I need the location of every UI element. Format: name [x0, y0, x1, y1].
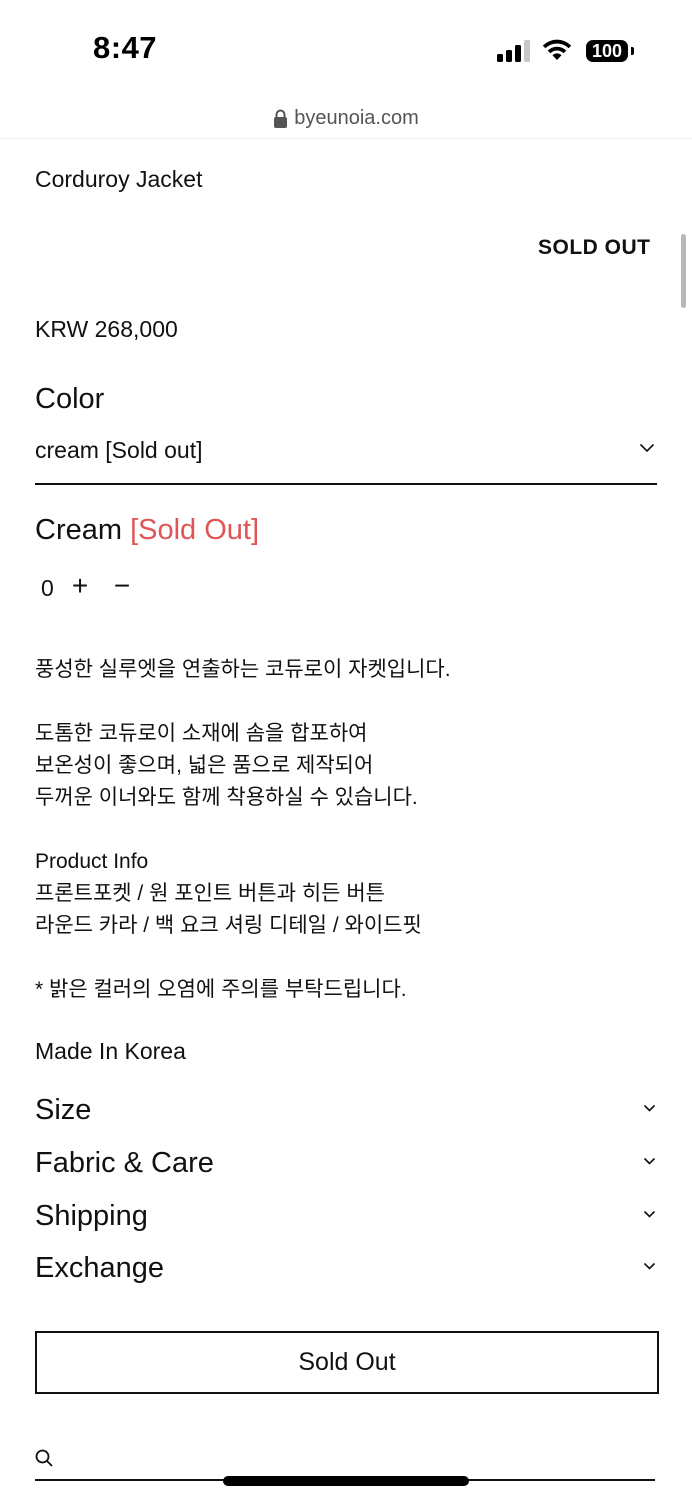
accordion-shipping[interactable]: Shipping — [35, 1200, 657, 1240]
url-text: byeunoia.com — [294, 106, 419, 129]
wifi-icon — [542, 39, 572, 60]
scrollbar[interactable] — [681, 234, 686, 308]
search-icon[interactable] — [35, 1449, 53, 1467]
product-price: KRW 268,000 — [35, 316, 178, 342]
chevron-down-icon — [639, 443, 655, 453]
lock-icon — [274, 109, 288, 128]
chevron-down-icon — [643, 1157, 656, 1165]
variant-name: Cream — [35, 514, 123, 546]
product-title: Corduroy Jacket — [35, 166, 203, 192]
description-line: 풍성한 실루엣을 연출하는 코듀로이 자켓입니다. — [35, 658, 451, 681]
home-indicator[interactable] — [223, 1476, 469, 1486]
description-line: * 밝은 컬러의 오염에 주의를 부탁드립니다. — [35, 978, 407, 1001]
battery-nub — [631, 47, 634, 55]
status-time: 8:47 — [93, 30, 158, 65]
address-bar[interactable]: byeunoia.com — [0, 104, 692, 132]
accordion-label: Size — [35, 1094, 92, 1126]
quantity-decrease-button[interactable]: − — [110, 570, 134, 602]
description-line: Product Info — [35, 850, 149, 873]
cellular-signal-icon — [497, 40, 530, 62]
accordion-label: Shipping — [35, 1200, 148, 1232]
description-line: 프론트포켓 / 원 포인트 버튼과 히든 버튼 — [35, 882, 385, 905]
accordion-size[interactable]: Size — [35, 1094, 657, 1134]
description-line: 도톰한 코듀로이 소재에 솜을 합포하여 — [35, 722, 368, 745]
chevron-down-icon — [643, 1104, 656, 1112]
color-select-value: cream [Sold out] — [35, 437, 203, 463]
quantity-increase-button[interactable]: + — [68, 570, 92, 602]
variant-heading: Cream [Sold Out] — [35, 514, 259, 547]
battery-icon: 100 — [586, 40, 628, 62]
description-line: 두꺼운 이너와도 함께 착용하실 수 있습니다. — [35, 786, 418, 809]
accordion-label: Fabric & Care — [35, 1147, 214, 1179]
product-description: 풍성한 실루엣을 연출하는 코듀로이 자켓입니다. 도톰한 코듀로이 소재에 솜… — [35, 654, 655, 1006]
sold-out-badge: SOLD OUT — [538, 236, 651, 259]
color-select[interactable]: cream [Sold out] — [35, 437, 657, 485]
chevron-down-icon — [643, 1262, 656, 1270]
sold-out-button[interactable]: Sold Out — [35, 1331, 659, 1394]
quantity-value: 0 — [41, 575, 54, 601]
variant-status: [Sold Out] — [130, 514, 260, 546]
accordion-exchange[interactable]: Exchange — [35, 1252, 657, 1292]
color-label: Color — [35, 383, 105, 415]
description-line: 라운드 카라 / 백 요크 셔링 디테일 / 와이드핏 — [35, 914, 422, 937]
origin-text: Made In Korea — [35, 1038, 186, 1064]
divider — [0, 138, 692, 139]
accordion-label: Exchange — [35, 1252, 164, 1284]
description-line: 보온성이 좋으며, 넓은 품으로 제작되어 — [35, 754, 374, 777]
chevron-down-icon — [643, 1210, 656, 1218]
accordion-fabric-care[interactable]: Fabric & Care — [35, 1147, 657, 1187]
